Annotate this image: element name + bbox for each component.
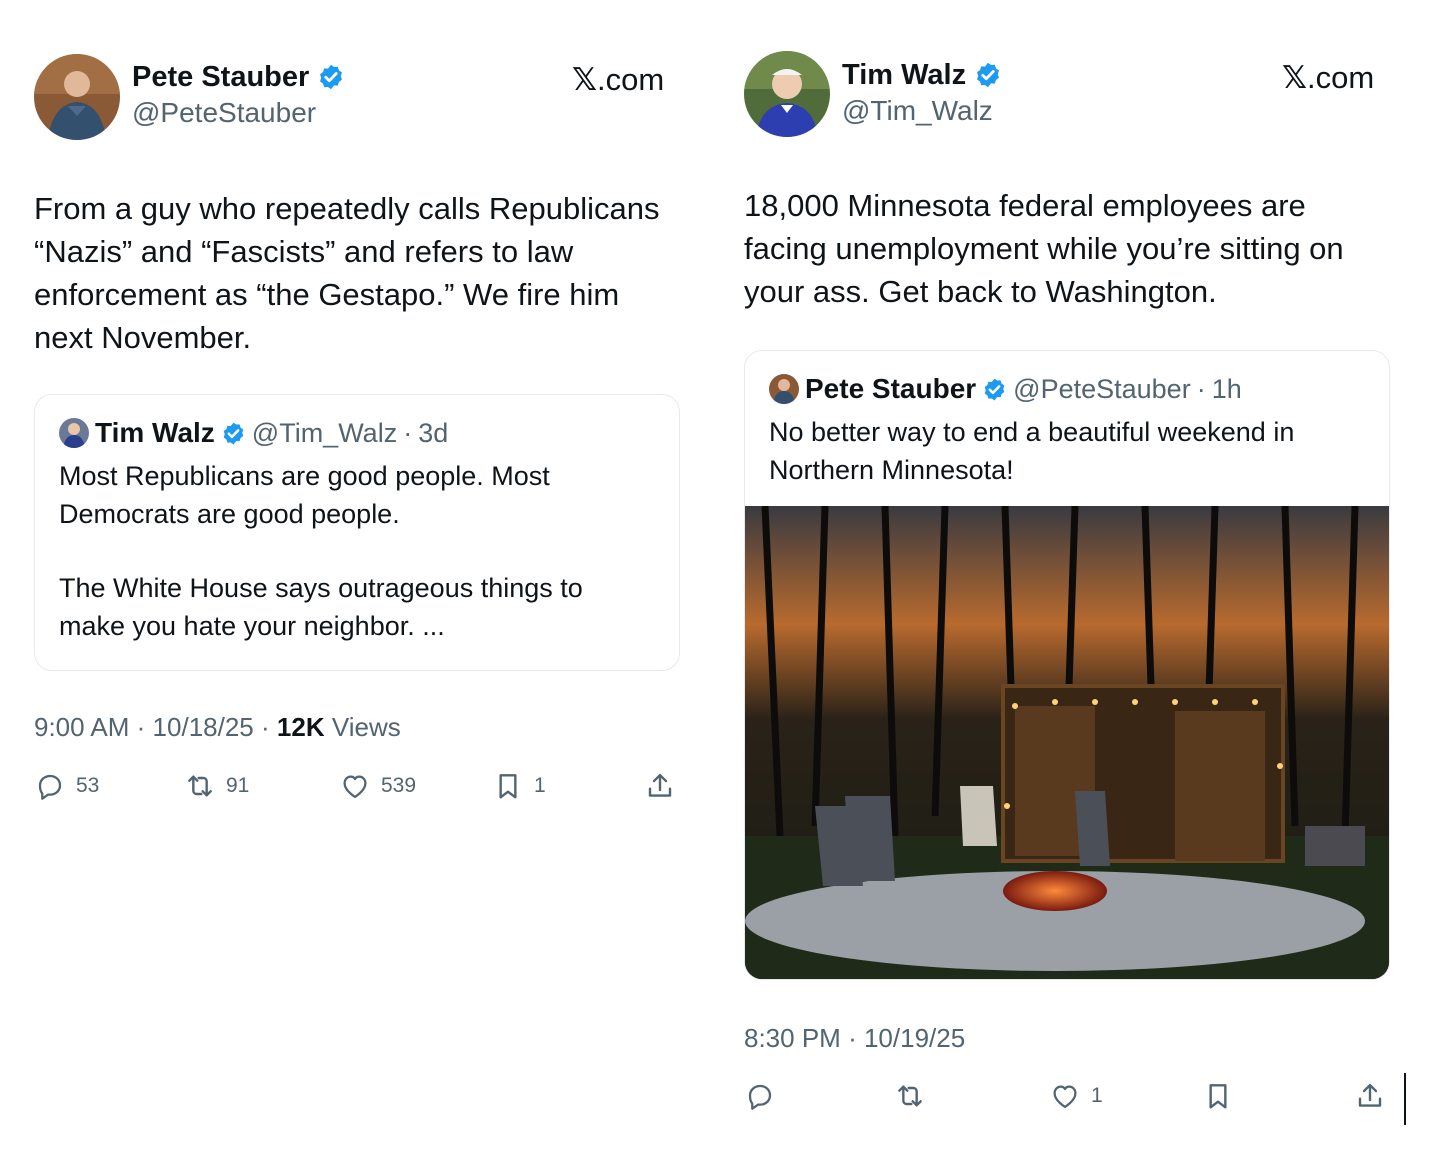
heart-icon [1053, 1085, 1077, 1109]
bookmark-button[interactable] [1202, 1080, 1244, 1112]
like-button[interactable]: 1 [1049, 1080, 1103, 1112]
author-block: Tim Walz @Tim_Walz [842, 58, 1002, 128]
quoted-author-name: Pete Stauber [805, 373, 977, 404]
quoted-text-line: The White House says outrageous things t… [59, 573, 583, 603]
person-photo-avatar [34, 54, 120, 140]
quoted-tweet[interactable]: Pete Stauber @PeteStauber · 1h No better… [744, 350, 1390, 980]
quoted-tweet-header: Tim Walz @Tim_Walz · 3d [59, 417, 679, 449]
meta-separator: · [261, 712, 270, 742]
bookmark-icon [1209, 1084, 1227, 1109]
views-label: Views [331, 712, 401, 742]
like-count: 1 [1091, 1084, 1103, 1107]
repost-icon [188, 775, 212, 797]
quoted-author-handle: @Tim_Walz [251, 417, 398, 448]
reply-icon [748, 1084, 772, 1110]
quoted-text-line: Northern Minnesota! [769, 455, 1014, 485]
reply-icon [38, 774, 62, 800]
author-handle[interactable]: @Tim_Walz [842, 94, 1002, 128]
meta-separator: · [848, 1023, 857, 1053]
meta-separator: · [403, 417, 413, 448]
views-count: 12K [276, 712, 325, 742]
verified-badge-icon [982, 377, 1007, 402]
meta-separator: · [1196, 373, 1206, 404]
author-block: Pete Stauber @PeteStauber [132, 60, 345, 130]
x-com-logo: 𝕏.com [572, 62, 664, 98]
quoted-tweet-text: No better way to end a beautiful weekend… [769, 413, 1379, 489]
author-name[interactable]: Pete Stauber [132, 60, 309, 94]
verified-badge-icon [974, 61, 1002, 89]
tweet-card-left: Pete Stauber @PeteStauber 𝕏.com From a g… [34, 0, 684, 1154]
quoted-tweet-content: Pete Stauber @PeteStauber · 1h No better… [769, 373, 1379, 489]
bookmark-count: 1 [534, 774, 546, 797]
avatar[interactable] [744, 51, 830, 137]
repost-button[interactable]: 91 [184, 770, 249, 802]
brand-domain: .com [596, 62, 665, 97]
reply-count: 53 [76, 774, 100, 797]
tweet-text-line: next November. [34, 320, 252, 355]
tweet-text-line: your ass. Get back to Washington. [744, 274, 1217, 309]
firepit-photo [745, 506, 1389, 979]
quoted-text-line: Democrats are good people. [59, 499, 400, 529]
person-photo-avatar [744, 51, 830, 137]
quoted-tweet-age: 1h [1211, 373, 1242, 404]
tweet-timestamp[interactable]: 8:30 PM · 10/19/25 [744, 1023, 965, 1054]
quoted-author-handle: @PeteStauber [1013, 373, 1191, 404]
share-icon [648, 773, 672, 797]
tweet-date: 10/19/25 [863, 1023, 966, 1053]
tweet-text-line: facing unemployment while you’re sitting… [744, 231, 1344, 266]
avatar[interactable] [34, 54, 120, 140]
author-handle[interactable]: @PeteStauber [132, 96, 345, 130]
tweet-text: 18,000 Minnesota federal employees are f… [744, 184, 1404, 313]
quoted-tweet-text: Most Republicans are good people. Most D… [59, 457, 679, 645]
bookmark-button[interactable]: 1 [492, 770, 546, 802]
share-button[interactable] [1354, 1080, 1386, 1112]
tweet-text-line: enforcement as “the Gestapo.” We fire hi… [34, 277, 620, 312]
reply-button[interactable] [744, 1080, 786, 1112]
quoted-tweet-header: Pete Stauber @PeteStauber · 1h [769, 373, 1379, 405]
brand-domain: .com [1306, 60, 1375, 95]
verified-badge-icon [221, 421, 246, 446]
bookmark-icon [499, 774, 517, 799]
quoted-text-line [59, 533, 679, 569]
quoted-text-line: Most Republicans are good people. Most [59, 461, 550, 491]
verified-badge-icon [317, 63, 345, 91]
x-logo-icon: 𝕏 [1282, 60, 1307, 95]
quoted-tweet-image[interactable] [745, 506, 1389, 979]
text-cursor [1404, 1073, 1406, 1125]
action-bar: 53 91 539 1 [34, 770, 684, 810]
tweet-date: 10/18/25 [152, 712, 254, 742]
like-count: 539 [381, 774, 417, 797]
quoted-tweet[interactable]: Tim Walz @Tim_Walz · 3d Most Republicans… [34, 394, 680, 671]
tweet-time: 8:30 PM [744, 1023, 841, 1053]
tweet-text-line: 18,000 Minnesota federal employees are [744, 188, 1306, 223]
quoted-text-line: No better way to end a beautiful weekend… [769, 417, 1295, 447]
quoted-author-name: Tim Walz [95, 417, 215, 448]
like-button[interactable]: 539 [339, 770, 416, 802]
avatar [769, 374, 799, 404]
tweet-card-right: Tim Walz @Tim_Walz 𝕏.com 18,000 Minnesot… [744, 0, 1394, 1154]
quoted-text-line: make you hate your neighbor. ... [59, 611, 445, 641]
share-button[interactable] [644, 770, 676, 802]
share-icon [1358, 1083, 1382, 1107]
author-name[interactable]: Tim Walz [842, 58, 966, 92]
tweet-timestamp[interactable]: 9:00 AM · 10/18/25 · 12K Views [34, 712, 401, 743]
x-logo-icon: 𝕏 [572, 62, 597, 97]
tweet-text-line: “Nazis” and “Fascists” and refers to law [34, 234, 574, 269]
tweet-text-line: From a guy who repeatedly calls Republic… [34, 191, 660, 226]
action-bar: 1 [744, 1080, 1394, 1120]
reply-button[interactable]: 53 [34, 770, 99, 802]
quoted-tweet-age: 3d [418, 417, 449, 448]
repost-icon [898, 1085, 922, 1107]
avatar [59, 418, 89, 448]
tweet-text: From a guy who repeatedly calls Republic… [34, 187, 694, 359]
meta-separator: · [136, 712, 146, 742]
heart-icon [343, 775, 367, 799]
repost-button[interactable] [894, 1080, 936, 1112]
x-com-logo: 𝕏.com [1282, 60, 1374, 96]
tweet-time: 9:00 AM [34, 712, 130, 742]
repost-count: 91 [226, 774, 250, 797]
